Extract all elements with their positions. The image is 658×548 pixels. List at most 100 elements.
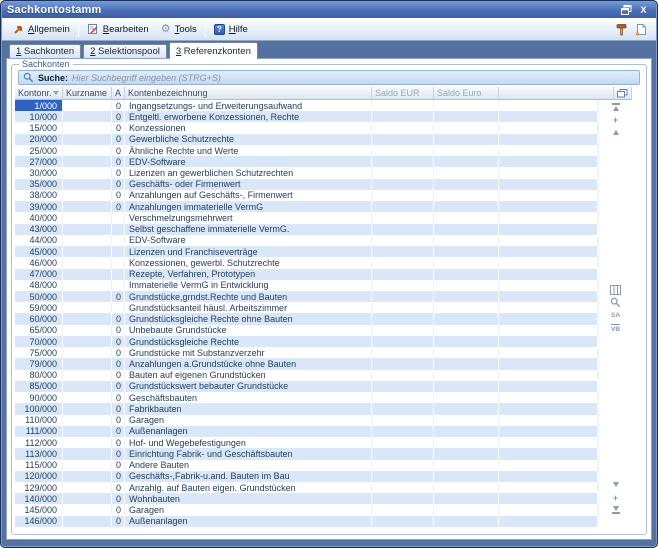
cell-a[interactable]: 0 [112,189,125,202]
column-chooser-button[interactable] [614,87,632,100]
column-header-saldo-euro[interactable]: Saldo Euro [434,87,499,100]
cell-saldo-euro[interactable] [434,290,499,303]
cell-saldo-euro[interactable] [434,268,499,280]
cell-saldo-euro[interactable] [434,100,499,112]
cell-kontonr[interactable]: 60/000 [15,313,63,325]
table-row[interactable]: 120/000 0 Geschäfts-,Fabrik-u.and. Baute… [15,470,598,482]
column-header-saldo-eur[interactable]: Saldo EUR [372,87,434,100]
cell-saldo-euro[interactable] [434,234,499,247]
cell-a[interactable]: 0 [112,144,125,157]
cell-saldo-euro[interactable] [434,201,499,213]
cell-kontenbezeichnung[interactable]: Anzahlungen immaterielle VermG [125,201,372,213]
cell-saldo-eur[interactable] [372,122,434,134]
cell-a[interactable] [112,279,125,291]
cell-kontonr[interactable]: 100/000 [15,403,63,415]
cell-saldo-eur[interactable] [372,425,434,438]
cell-a[interactable]: 0 [112,313,125,325]
cell-a[interactable]: 0 [112,133,125,145]
cell-kontonr[interactable]: 47/000 [15,268,63,280]
scroll-to-top-button[interactable] [608,101,623,112]
column-header-a[interactable]: A [112,87,125,100]
cell-saldo-eur[interactable] [372,290,434,303]
table-row[interactable]: 111/000 0 Außenanlagen [15,425,598,438]
cell-a[interactable]: 0 [112,369,125,381]
cell-saldo-euro[interactable] [434,279,499,291]
cell-kontenbezeichnung[interactable]: Rezepte, Verfahren, Prototypen [125,268,372,280]
cell-kurzname[interactable] [63,290,112,303]
restore-button[interactable] [619,4,634,17]
cell-kontenbezeichnung[interactable]: Grundstücke mit Substanzverzehr [125,347,372,359]
table-row[interactable]: 45/000 Lizenzen und Franchiseverträge [15,246,598,258]
cell-saldo-euro[interactable] [434,335,499,348]
cell-saldo-eur[interactable] [372,246,434,258]
cell-kontenbezeichnung[interactable]: Außenanlagen [125,515,372,527]
cell-saldo-eur[interactable] [372,279,434,291]
cell-kontonr[interactable]: 43/000 [15,223,63,235]
cell-kurzname[interactable] [63,448,112,460]
search-input[interactable]: Hier Suchbegriff eingeben (STRG+S) [72,73,221,83]
cell-a[interactable]: 0 [112,156,125,168]
cell-kontonr[interactable]: 75/000 [15,347,63,359]
saldo-anzeige-button[interactable]: SA [608,310,623,321]
cell-a[interactable]: 0 [112,425,125,438]
cell-kontenbezeichnung[interactable]: Anzahlungen auf Geschäfts-, Firmenwert [125,189,372,202]
cell-saldo-eur[interactable] [372,144,434,157]
cell-kurzname[interactable] [63,178,112,190]
cell-kontenbezeichnung[interactable]: Andere Bauten [125,459,372,471]
cell-saldo-eur[interactable] [372,515,434,527]
scroll-down-button[interactable] [608,479,623,490]
cell-kurzname[interactable] [63,481,112,494]
scroll-to-bottom-button[interactable] [608,505,623,516]
cell-kurzname[interactable] [63,223,112,235]
cell-kontonr[interactable]: 48/000 [15,279,63,291]
cell-a[interactable]: 0 [112,335,125,348]
cell-kurzname[interactable] [63,493,112,505]
cell-kurzname[interactable] [63,257,112,269]
cell-saldo-eur[interactable] [372,437,434,449]
cell-a[interactable]: 0 [112,403,125,415]
cell-saldo-euro[interactable] [434,493,499,505]
cell-a[interactable]: 0 [112,358,125,370]
cell-a[interactable] [112,302,125,314]
cell-saldo-euro[interactable] [434,111,499,123]
cell-kontenbezeichnung[interactable]: Wohnbauten [125,493,372,505]
cell-kontonr[interactable]: 140/000 [15,493,63,505]
cell-kontonr[interactable]: 129/000 [15,481,63,494]
cell-kontonr[interactable]: 120/000 [15,470,63,482]
table-row[interactable]: 100/000 0 Fabrikbauten [15,403,598,415]
cell-kontenbezeichnung[interactable]: Unbebaute Grundstücke [125,324,372,336]
cell-a[interactable]: 0 [112,515,125,527]
verbuchung-button[interactable]: VB [608,323,623,334]
tab-selektionspool[interactable]: 2 Selektionspool [83,44,167,58]
cell-kontonr[interactable]: 59/000 [15,302,63,314]
rail-search-button[interactable] [608,297,623,308]
table-row[interactable]: 44/000 EDV-Software [15,234,598,247]
cell-kontenbezeichnung[interactable]: Ähnliche Rechte und Werte [125,144,372,157]
table-row[interactable]: 30/000 0 Lizenzen an gewerblichen Schutz… [15,167,598,179]
cell-saldo-euro[interactable] [434,347,499,359]
cell-a[interactable] [112,234,125,247]
cell-a[interactable]: 0 [112,290,125,303]
cell-saldo-eur[interactable] [372,302,434,314]
cell-a[interactable]: 0 [112,459,125,471]
menu-bearbeiten[interactable]: Bearbeiten [81,21,155,37]
cell-kurzname[interactable] [63,279,112,291]
cell-kurzname[interactable] [63,403,112,415]
cell-kontonr[interactable]: 1/000 [15,100,63,112]
cell-saldo-euro[interactable] [434,133,499,145]
table-row[interactable]: 79/000 0 Anzahlungen a.Grundstücke ohne … [15,358,598,370]
cell-a[interactable]: 0 [112,324,125,336]
table-row[interactable]: 35/000 0 Geschäfts- oder Firmenwert [15,178,598,190]
cell-saldo-eur[interactable] [372,223,434,235]
cell-kontenbezeichnung[interactable]: EDV-Software [125,156,372,168]
scroll-center-bottom-button[interactable]: + [608,492,623,503]
cell-kontenbezeichnung[interactable]: Anzahlungen a.Grundstücke ohne Bauten [125,358,372,370]
cell-a[interactable]: 0 [112,178,125,190]
cell-a[interactable]: 0 [112,481,125,494]
cell-kurzname[interactable] [63,302,112,314]
cell-a[interactable]: 0 [112,392,125,404]
table-row[interactable]: 15/000 0 Konzessionen [15,122,598,134]
cell-saldo-eur[interactable] [372,100,434,112]
cell-kontonr[interactable]: 79/000 [15,358,63,370]
cell-a[interactable]: 0 [112,122,125,134]
